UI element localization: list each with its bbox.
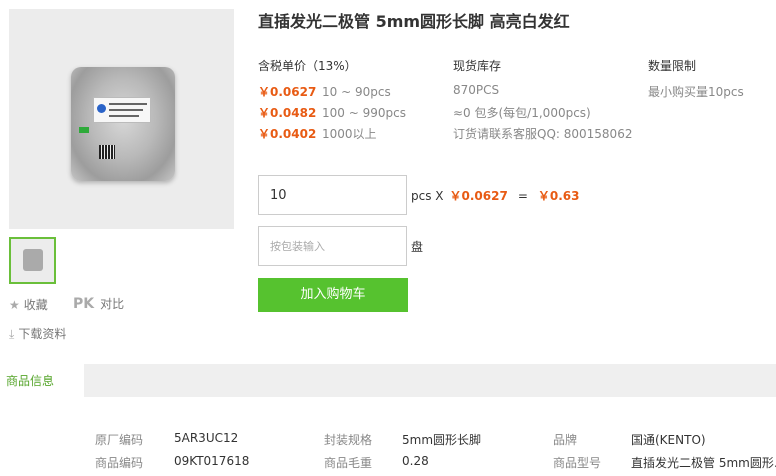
- spec-value: 5AR3UC12: [174, 431, 239, 445]
- price-tier: ￥0.0627 10 ~ 90pcs: [258, 83, 391, 100]
- bag-label: [93, 97, 151, 123]
- package-quantity-input[interactable]: [258, 226, 407, 266]
- spec-key: 商品编码: [95, 456, 144, 470]
- compare-button[interactable]: PK 对比: [73, 295, 124, 312]
- price-tier: ￥0.0482 100 ~ 990pcs: [258, 104, 406, 121]
- spec-value: 国通(KENTO): [631, 433, 706, 447]
- product-title: 直插发光二极管 5mm圆形长脚 高亮白发红: [258, 12, 570, 31]
- spec-key: 品牌: [553, 433, 578, 447]
- stock-header: 现货库存: [453, 59, 502, 73]
- tier-range: 100 ~ 990pcs: [322, 106, 406, 120]
- download-label: 下载资料: [18, 327, 67, 341]
- favorite-button[interactable]: ★ 收藏: [9, 296, 48, 313]
- spec-value: 直插发光二极管 5mm圆形…: [631, 456, 776, 470]
- download-datasheet-button[interactable]: ⤓ 下载资料: [9, 325, 66, 342]
- spec-key: 原厂编码: [95, 433, 144, 447]
- add-to-cart-button[interactable]: 加入购物车: [258, 278, 408, 312]
- stock-contact: 订货请联系客服QQ: 800158062: [453, 127, 633, 141]
- equals-sign: =: [517, 189, 528, 203]
- compare-label: 对比: [100, 297, 125, 311]
- spec-value: 0.28: [402, 454, 429, 468]
- tier-price: ￥0.0402: [258, 127, 317, 141]
- tier-price: ￥0.0627: [258, 85, 317, 99]
- tier-range: 1000以上: [322, 127, 377, 141]
- stock-package: ≈0 包多(每包/1,000pcs): [453, 106, 591, 120]
- spec-key: 商品毛重: [324, 456, 373, 470]
- min-purchase-limit: 最小购买量10pcs: [648, 85, 744, 99]
- product-thumbnail[interactable]: [9, 237, 56, 284]
- product-bag-photo: [71, 67, 175, 181]
- unit-multiplier: pcs X: [411, 189, 444, 203]
- stock-quantity: 870PCS: [453, 83, 500, 97]
- spec-value: 5mm圆形长脚: [402, 433, 482, 447]
- price-calculation: pcs X ￥0.0627 = ￥0.63: [411, 187, 580, 204]
- product-main-image: [9, 9, 234, 229]
- quantity-input[interactable]: [258, 175, 407, 215]
- download-icon: ⤓: [9, 327, 15, 341]
- calc-unit-price: ￥0.0627: [449, 189, 508, 203]
- limit-header: 数量限制: [648, 59, 697, 73]
- favorite-label: 收藏: [23, 298, 48, 312]
- tier-range: 10 ~ 90pcs: [322, 85, 391, 99]
- tier-price: ￥0.0482: [258, 106, 317, 120]
- price-header: 含税单价（13%）: [258, 59, 357, 73]
- total-price: ￥0.63: [537, 189, 580, 203]
- tab-product-info[interactable]: 商品信息: [0, 364, 84, 397]
- spec-key: 商品型号: [553, 456, 602, 470]
- pk-icon: PK: [73, 296, 95, 312]
- package-unit: 盘: [411, 240, 424, 254]
- price-tier: ￥0.0402 1000以上: [258, 125, 377, 142]
- star-icon: ★: [9, 298, 20, 312]
- spec-value: 09KT017618: [174, 454, 250, 468]
- spec-key: 封装规格: [324, 433, 373, 447]
- tab-bar: [0, 364, 776, 397]
